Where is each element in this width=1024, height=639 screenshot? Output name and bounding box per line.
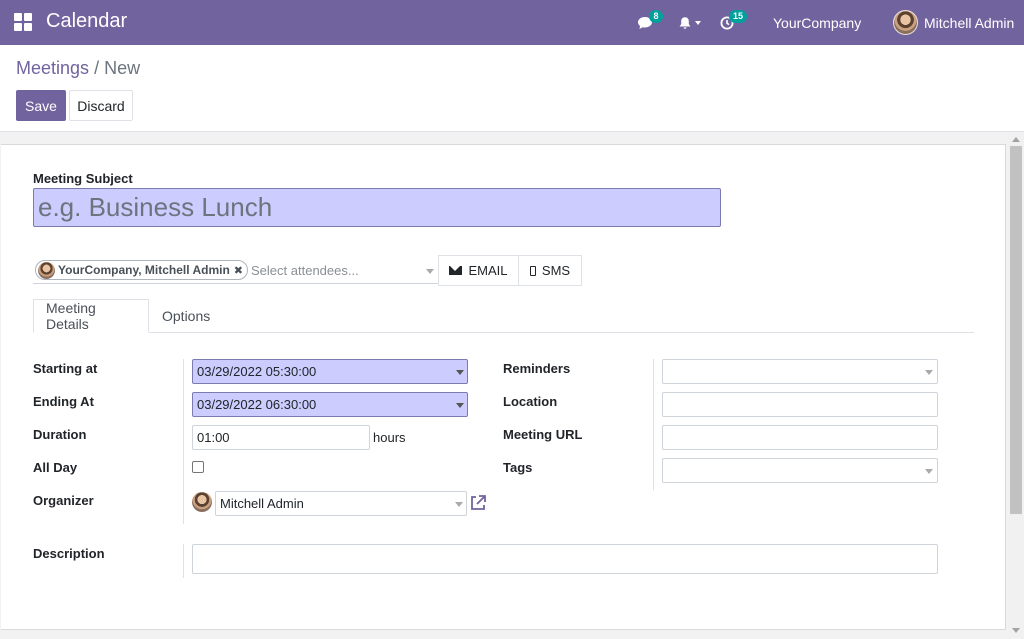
all-day-checkbox[interactable] [192, 461, 204, 473]
ending-at-input[interactable]: 03/29/2022 06:30:00 [192, 392, 468, 417]
description-label: Description [33, 546, 105, 561]
bell-icon [679, 16, 691, 29]
reminders-dropdown-icon[interactable] [925, 370, 933, 375]
tab-options[interactable]: Options [150, 299, 222, 333]
attendee-tag: YourCompany, Mitchell Admin ✖ [35, 260, 249, 280]
breadcrumb: Meetings / New [16, 58, 140, 79]
description-divider [183, 544, 184, 578]
phone-icon [529, 265, 536, 276]
meeting-url-input[interactable] [662, 425, 938, 450]
attendees-dropdown-icon[interactable] [426, 269, 434, 274]
sms-button-label: SMS [541, 263, 571, 278]
chat-button[interactable]: 8 [637, 0, 663, 45]
activities-button[interactable]: 15 [720, 0, 748, 45]
save-button[interactable]: Save [16, 90, 66, 121]
ending-at-label: Ending At [33, 394, 94, 409]
scroll-thumb[interactable] [1010, 146, 1022, 514]
breadcrumb-current: New [104, 58, 141, 78]
app-title[interactable]: Calendar [46, 10, 127, 33]
discard-button[interactable]: Discard [69, 90, 133, 121]
duration-input[interactable]: 01:00 [192, 425, 370, 450]
left-group-divider [183, 359, 184, 524]
ending-at-dropdown-icon[interactable] [456, 403, 464, 408]
sms-button[interactable]: SMS [518, 255, 582, 286]
attendees-input[interactable]: Select attendees... [251, 263, 359, 278]
all-day-label: All Day [33, 460, 78, 475]
tags-label: Tags [503, 460, 533, 475]
tab-meeting-details[interactable]: Meeting Details [33, 299, 149, 333]
notifications-button[interactable] [678, 0, 704, 45]
reminders-label: Reminders [503, 361, 571, 376]
scroll-up-arrow-icon[interactable] [1012, 137, 1020, 142]
organizer-avatar [192, 492, 212, 512]
envelope-icon [449, 266, 463, 275]
organizer-value: Mitchell Admin [220, 496, 304, 511]
subject-label: Meeting Subject [33, 171, 133, 186]
starting-at-dropdown-icon[interactable] [456, 370, 464, 375]
starting-at-input[interactable]: 03/29/2022 05:30:00 [192, 359, 468, 384]
remove-tag-icon[interactable]: ✖ [234, 264, 243, 277]
description-input[interactable] [192, 544, 938, 574]
attendee-avatar [38, 261, 55, 279]
apps-grid-icon[interactable] [14, 13, 32, 31]
breadcrumb-parent[interactable]: Meetings [16, 58, 89, 78]
organizer-label: Organizer [33, 493, 94, 508]
subject-input[interactable]: e.g. Business Lunch [33, 188, 721, 227]
external-link-icon[interactable] [469, 494, 487, 512]
right-group-divider [653, 359, 654, 490]
tags-dropdown-icon[interactable] [925, 469, 933, 474]
attendees-field[interactable]: YourCompany, Mitchell Admin ✖ Select att… [33, 257, 438, 284]
reminders-input[interactable] [662, 359, 938, 384]
breadcrumb-separator: / [94, 58, 100, 78]
duration-unit: hours [373, 430, 406, 445]
organizer-input[interactable]: Mitchell Admin [215, 491, 467, 516]
ending-at-value: 03/29/2022 06:30:00 [197, 397, 317, 412]
attendee-tag-label: YourCompany, Mitchell Admin [58, 263, 230, 277]
organizer-dropdown-icon[interactable] [455, 502, 463, 507]
activity-badge: 15 [729, 10, 748, 23]
user-avatar [893, 10, 918, 35]
form-tabs: Meeting Details Options [33, 299, 974, 333]
location-label: Location [503, 394, 558, 409]
user-name: Mitchell Admin [924, 14, 1015, 31]
user-menu[interactable]: Mitchell Admin [893, 0, 1014, 45]
scrollbar[interactable] [1008, 132, 1024, 639]
company-switcher[interactable]: YourCompany [773, 0, 861, 45]
tags-input[interactable] [662, 458, 938, 483]
starting-at-label: Starting at [33, 361, 98, 376]
location-input[interactable] [662, 392, 938, 417]
top-navbar: Calendar 8 15 YourCompany Mitchell Admin [0, 0, 1024, 45]
meeting-url-label: Meeting URL [503, 427, 583, 442]
chat-badge: 8 [649, 10, 663, 23]
duration-label: Duration [33, 427, 87, 442]
email-button[interactable]: EMAIL [438, 255, 519, 286]
control-panel: Meetings / New Save Discard [0, 45, 1024, 132]
email-button-label: EMAIL [468, 263, 508, 278]
chevron-down-icon [695, 20, 701, 25]
starting-at-value: 03/29/2022 05:30:00 [197, 364, 317, 379]
scroll-down-arrow-icon[interactable] [1012, 628, 1020, 633]
